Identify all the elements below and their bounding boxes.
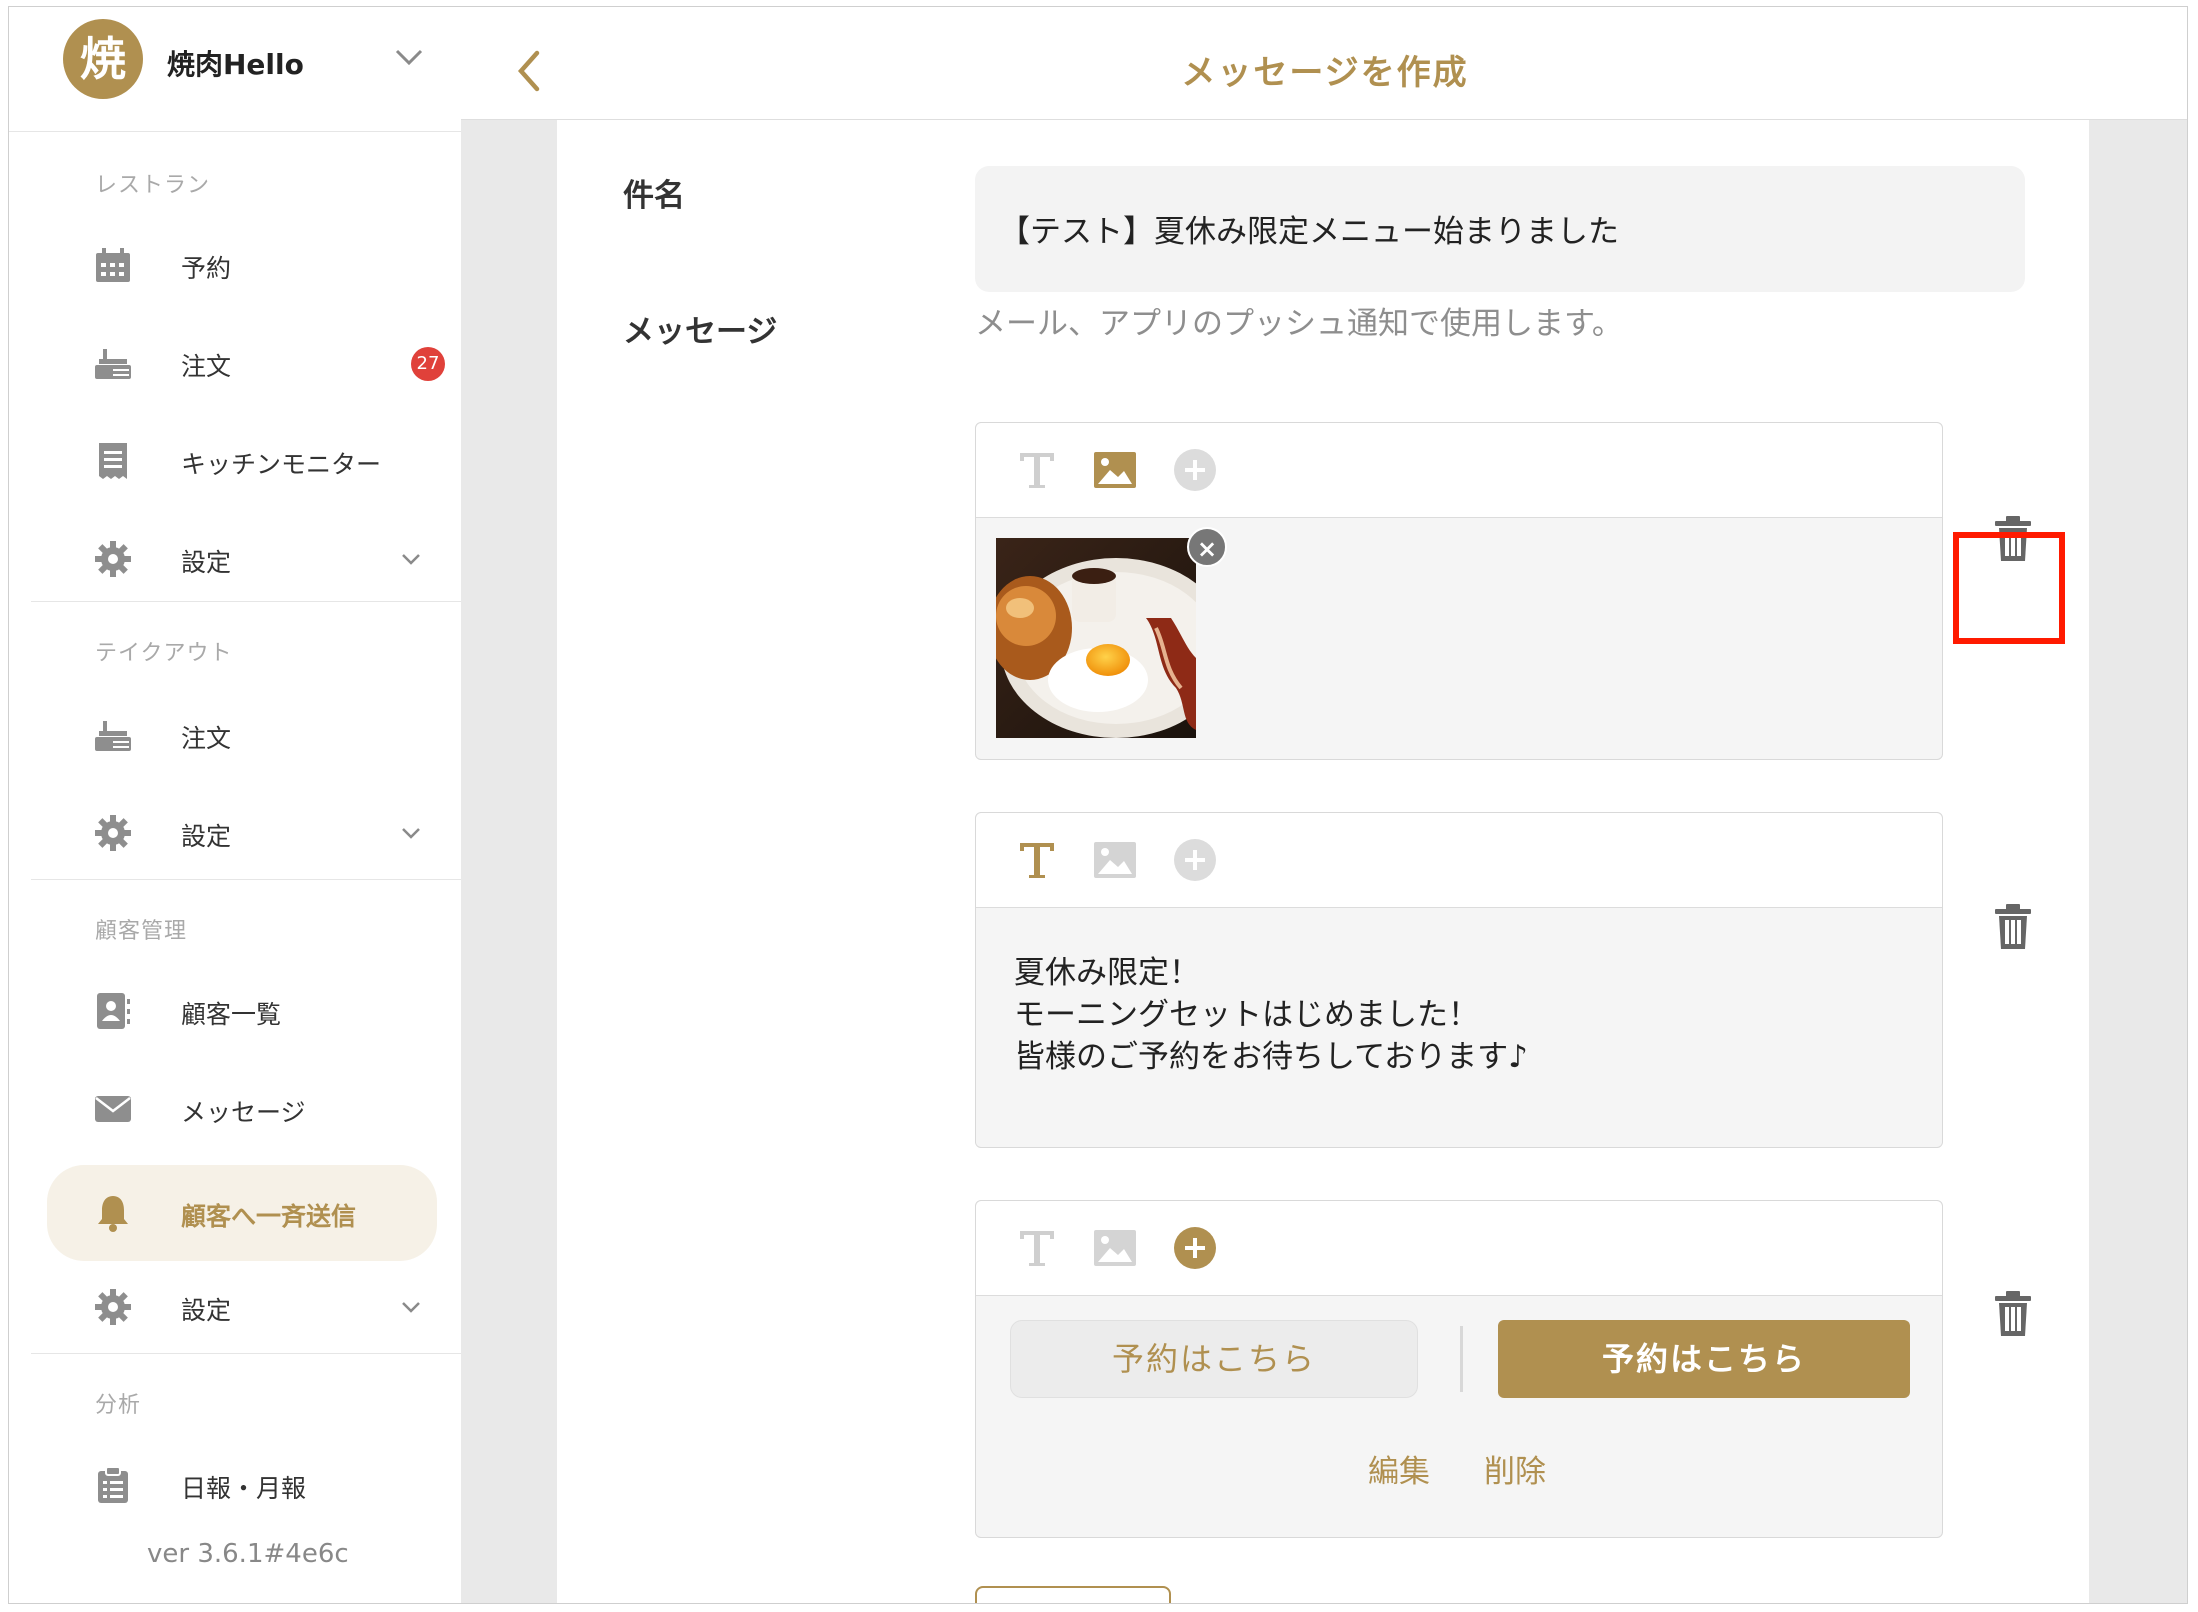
delete-button-link[interactable]: 削除 bbox=[1484, 1446, 1546, 1491]
sidebar-item-label: 注文 bbox=[181, 352, 232, 381]
section-divider bbox=[31, 1353, 461, 1354]
chevron-down-icon bbox=[402, 554, 420, 565]
section-title-takeout: テイクアウト bbox=[95, 641, 233, 666]
gear-icon bbox=[95, 815, 131, 851]
block-toolbar bbox=[976, 1201, 1942, 1296]
breakfast-photo bbox=[996, 538, 1196, 738]
brand-header[interactable]: 焼 焼肉Hello bbox=[9, 7, 461, 132]
text-type-icon[interactable] bbox=[1014, 447, 1060, 493]
sidebar-item-label: 顧客一覧 bbox=[181, 1000, 282, 1029]
text-type-icon[interactable] bbox=[1014, 837, 1060, 883]
reserve-button-outline-style[interactable]: 予約はこちら bbox=[1010, 1320, 1418, 1398]
trash-icon[interactable] bbox=[1991, 903, 2035, 951]
gear-icon bbox=[95, 1289, 131, 1325]
page-title: メッセージを作成 bbox=[1181, 53, 1469, 93]
sidebar-item-label: 設定 bbox=[181, 1296, 232, 1325]
chevron-down-icon[interactable] bbox=[391, 39, 427, 75]
add-block-button[interactable] bbox=[975, 1586, 1171, 1603]
add-element-icon[interactable] bbox=[1172, 447, 1218, 493]
section-divider bbox=[31, 601, 461, 602]
image-type-icon[interactable] bbox=[1092, 447, 1138, 493]
restaurant-logo: 焼 bbox=[63, 19, 143, 99]
sidebar-item-restaurant-settings[interactable]: 設定 bbox=[47, 521, 447, 595]
gear-icon bbox=[95, 541, 131, 577]
image-block: × bbox=[975, 422, 1943, 760]
receipt-icon bbox=[99, 443, 127, 479]
sidebar-item-label: 顧客へ一斉送信 bbox=[181, 1202, 357, 1231]
envelope-icon bbox=[95, 1096, 131, 1122]
sidebar-item-broadcast[interactable]: 顧客へ一斉送信 bbox=[47, 1165, 437, 1261]
sidebar-item-customer-list[interactable]: 顧客一覧 bbox=[47, 973, 447, 1047]
button-block: 予約はこちら 予約はこちら 編集 削除 bbox=[975, 1200, 1943, 1538]
sidebar-item-customer-settings[interactable]: 設定 bbox=[47, 1269, 447, 1343]
message-text: 夏休み限定！ モーニングセットはじめました！ 皆様のご予約をお待ちしております♪ bbox=[1014, 955, 1528, 1075]
subject-input[interactable]: 【テスト】夏休み限定メニュー始まりました bbox=[975, 166, 2025, 292]
image-block-body: × bbox=[976, 518, 1942, 758]
reserve-button-filled-style[interactable]: 予約はこちら bbox=[1498, 1320, 1910, 1398]
main-panel: メッセージを作成 件名 【テスト】夏休み限定メニュー始まりました メール、アプリ… bbox=[461, 7, 2187, 1603]
sidebar-item-label: キッチンモニター bbox=[181, 450, 382, 479]
sidebar-item-label: 設定 bbox=[181, 548, 232, 577]
bell-icon bbox=[98, 1196, 128, 1232]
sidebar-item-label: メッセージ bbox=[181, 1098, 306, 1127]
block-toolbar bbox=[976, 423, 1942, 518]
message-label: メッセージ bbox=[623, 314, 778, 350]
subject-hint: メール、アプリのプッシュ通知で使用します。 bbox=[975, 306, 1623, 342]
order-count-badge: 27 bbox=[411, 347, 445, 381]
section-title-restaurant: レストラン bbox=[95, 173, 211, 198]
sidebar-item-kitchen-monitor[interactable]: キッチンモニター bbox=[47, 423, 447, 497]
restaurant-name: 焼肉Hello bbox=[167, 48, 304, 81]
subject-label: 件名 bbox=[623, 178, 685, 214]
order-icon bbox=[95, 349, 131, 379]
clipboard-icon bbox=[98, 1466, 128, 1503]
section-divider bbox=[31, 879, 461, 880]
sidebar: 焼 焼肉Hello レストラン 予約 注文 27 キッチンモニター 設定 テイク… bbox=[9, 7, 462, 1603]
button-block-body: 予約はこちら 予約はこちら 編集 削除 bbox=[976, 1296, 1942, 1538]
text-block: 夏休み限定！ モーニングセットはじめました！ 皆様のご予約をお待ちしております♪ bbox=[975, 812, 1943, 1148]
text-block-body[interactable]: 夏休み限定！ モーニングセットはじめました！ 皆様のご予約をお待ちしております♪ bbox=[976, 908, 1942, 1148]
trash-icon[interactable] bbox=[1991, 1290, 2035, 1338]
sidebar-item-label: 設定 bbox=[181, 822, 232, 851]
chevron-down-icon bbox=[402, 1302, 420, 1313]
compose-form: 件名 【テスト】夏休み限定メニュー始まりました メール、アプリのプッシュ通知で使… bbox=[557, 120, 2089, 1603]
sidebar-item-reservations[interactable]: 予約 bbox=[47, 227, 447, 301]
contact-card-icon bbox=[97, 993, 130, 1029]
text-type-icon[interactable] bbox=[1014, 1225, 1060, 1271]
sidebar-item-takeout-settings[interactable]: 設定 bbox=[47, 795, 447, 869]
top-bar: メッセージを作成 bbox=[461, 7, 2187, 120]
sidebar-item-label: 日報・月報 bbox=[181, 1474, 307, 1503]
image-type-icon[interactable] bbox=[1092, 1225, 1138, 1271]
image-type-icon[interactable] bbox=[1092, 837, 1138, 883]
section-title-customers: 顧客管理 bbox=[95, 919, 188, 944]
sidebar-item-takeout-orders[interactable]: 注文 bbox=[47, 697, 447, 771]
section-title-analytics: 分析 bbox=[95, 1393, 142, 1418]
button-style-divider bbox=[1460, 1326, 1463, 1392]
sidebar-item-label: 注文 bbox=[181, 724, 232, 753]
delete-highlight-box bbox=[1953, 532, 2065, 644]
chevron-down-icon bbox=[402, 828, 420, 839]
add-element-icon[interactable] bbox=[1172, 837, 1218, 883]
order-icon bbox=[95, 721, 131, 751]
app-version: ver 3.6.1#4e6c bbox=[147, 1539, 349, 1569]
edit-button-link[interactable]: 編集 bbox=[1368, 1446, 1430, 1491]
sidebar-item-orders[interactable]: 注文 27 bbox=[47, 325, 447, 399]
calendar-icon bbox=[96, 248, 130, 282]
sidebar-item-reports[interactable]: 日報・月報 bbox=[47, 1447, 447, 1521]
remove-image-button[interactable]: × bbox=[1187, 527, 1227, 567]
sidebar-item-messages[interactable]: メッセージ bbox=[47, 1071, 447, 1145]
app-window: 焼 焼肉Hello レストラン 予約 注文 27 キッチンモニター 設定 テイク… bbox=[8, 6, 2188, 1604]
sidebar-item-label: 予約 bbox=[181, 254, 232, 283]
block-toolbar bbox=[976, 813, 1942, 908]
add-element-icon[interactable] bbox=[1172, 1225, 1218, 1271]
